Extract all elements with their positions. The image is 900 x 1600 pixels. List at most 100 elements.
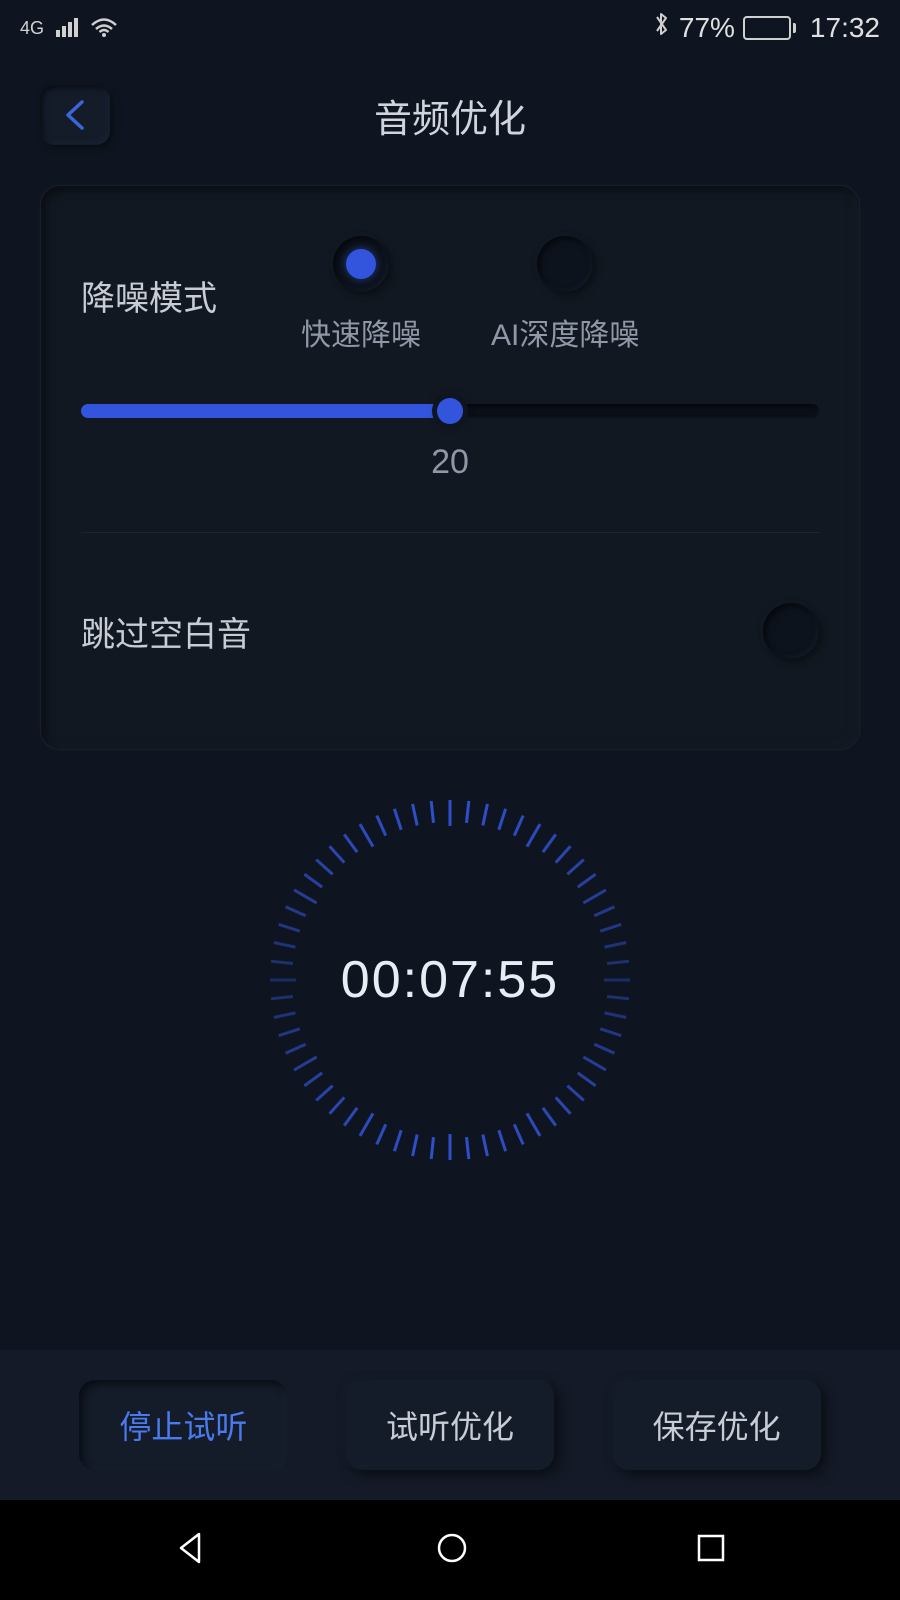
dial-tick (594, 905, 615, 917)
dial-tick (513, 815, 525, 836)
skip-silence-row: 跳过空白音 (81, 533, 819, 689)
noise-slider[interactable] (81, 404, 819, 418)
dial-tick (293, 1056, 317, 1072)
dial-tick (359, 1113, 375, 1137)
noise-mode-radio-group: 快速降噪 AI深度降噪 (301, 236, 819, 354)
dial-tick (604, 979, 630, 982)
dial-tick (526, 823, 542, 847)
dial-tick (555, 1096, 572, 1114)
radio-label-ai: AI深度降噪 (491, 310, 639, 354)
dial-tick (600, 923, 622, 933)
dial-tick (375, 1124, 387, 1145)
dial-tick (555, 845, 572, 863)
clock-time: 17:32 (810, 12, 880, 44)
dial-tick (497, 808, 507, 830)
slider-fill (81, 404, 450, 418)
skip-silence-toggle[interactable] (763, 603, 819, 659)
dial-tick (278, 1027, 300, 1037)
dial-tick (481, 1134, 489, 1156)
dial-tick (359, 823, 375, 847)
dial-tick (430, 801, 435, 823)
dial-tick (542, 833, 557, 853)
dial-tick (285, 905, 306, 917)
stop-preview-button[interactable]: 停止试听 (79, 1380, 287, 1470)
network-indicator: 4G (20, 19, 44, 37)
dial-tick (600, 1027, 622, 1037)
dial-tick (607, 960, 629, 965)
noise-mode-label: 降噪模式 (81, 271, 261, 320)
dial-tick (411, 1134, 419, 1156)
network-label: 4G (20, 19, 44, 37)
dial-tick (607, 995, 629, 1000)
status-bar: 4G 77% 17:32 (0, 0, 900, 55)
dial-tick (315, 858, 333, 875)
dial-tick (271, 960, 293, 965)
dial-tick (328, 845, 345, 863)
dial-tick (270, 979, 296, 982)
nav-home-icon[interactable] (434, 1530, 470, 1571)
settings-panel: 降噪模式 快速降噪 AI深度降噪 20 (40, 185, 860, 750)
timer-dial: 00:07:55 (270, 800, 630, 1160)
status-right: 77% 17:32 (653, 10, 880, 45)
timer-section: 00:07:55 (0, 800, 900, 1160)
slider-value: 20 (81, 443, 819, 482)
dial-tick (393, 808, 403, 830)
dial-tick (583, 889, 607, 905)
dial-tick (303, 1072, 323, 1087)
preview-optimize-button[interactable]: 试听优化 (346, 1380, 554, 1470)
dial-tick (604, 941, 626, 949)
radio-option-fast[interactable]: 快速降噪 (301, 236, 421, 354)
dial-tick (566, 858, 584, 875)
android-nav-bar (0, 1500, 900, 1600)
dial-tick (315, 1085, 333, 1102)
slider-thumb[interactable] (437, 398, 463, 424)
dial-tick (430, 1137, 435, 1159)
bottom-toolbar: 停止试听 试听优化 保存优化 (0, 1350, 900, 1500)
save-optimize-button[interactable]: 保存优化 (613, 1380, 821, 1470)
dial-tick (594, 1043, 615, 1055)
dial-tick (513, 1124, 525, 1145)
dial-tick (271, 995, 293, 1000)
dial-tick (328, 1096, 345, 1114)
dial-tick (465, 1137, 470, 1159)
dial-tick (449, 1134, 452, 1160)
dial-tick (497, 1130, 507, 1152)
radio-option-ai[interactable]: AI深度降噪 (491, 236, 639, 354)
nav-recent-icon[interactable] (695, 1532, 727, 1569)
skip-silence-label: 跳过空白音 (81, 607, 251, 656)
dial-tick (542, 1107, 557, 1127)
dial-tick (566, 1085, 584, 1102)
dial-tick (577, 1072, 597, 1087)
dial-tick (285, 1043, 306, 1055)
radio-label-fast: 快速降噪 (301, 310, 421, 354)
dial-tick (411, 804, 419, 826)
dial-tick (274, 1011, 296, 1019)
dial-tick (303, 873, 323, 888)
noise-reduction-section: 降噪模式 快速降噪 AI深度降噪 20 (81, 236, 819, 533)
noise-slider-section: 20 (81, 404, 819, 482)
battery-icon (743, 16, 796, 40)
dial-tick (449, 800, 452, 826)
noise-mode-row: 降噪模式 快速降噪 AI深度降噪 (81, 236, 819, 354)
dial-tick (343, 833, 358, 853)
dial-tick (343, 1107, 358, 1127)
status-left: 4G (20, 17, 118, 39)
radio-circle-ai (537, 236, 593, 292)
radio-circle-fast (333, 236, 389, 292)
signal-bars-icon (56, 18, 78, 37)
dial-tick (526, 1113, 542, 1137)
dial-tick (604, 1011, 626, 1019)
battery-percentage: 77% (679, 12, 735, 44)
dial-tick (583, 1056, 607, 1072)
dial-tick (465, 801, 470, 823)
wifi-icon (90, 17, 118, 39)
page-title: 音频优化 (40, 88, 860, 143)
dial-tick (293, 889, 317, 905)
dial-tick (278, 923, 300, 933)
dial-tick (393, 1130, 403, 1152)
header: 音频优化 (0, 55, 900, 185)
dial-tick (375, 815, 387, 836)
dial-tick (481, 804, 489, 826)
dial-tick (577, 873, 597, 888)
nav-back-icon[interactable] (173, 1530, 209, 1571)
